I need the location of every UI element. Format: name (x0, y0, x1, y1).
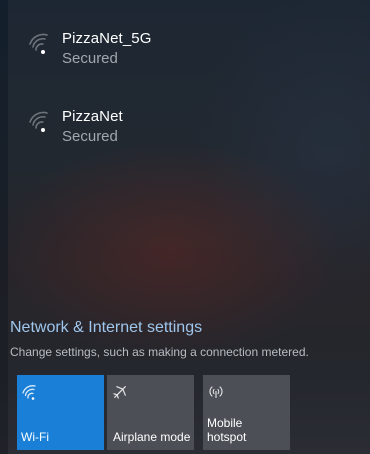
network-name: PizzaNet (62, 108, 123, 125)
hotspot-label-line2: hotspot (207, 430, 247, 444)
airplane-tile-label: Airplane mode (113, 430, 191, 444)
hotspot-icon (209, 386, 223, 398)
network-item-pizzanet[interactable]: PizzaNet Secured (0, 100, 370, 170)
airplane-mode-tile[interactable]: Airplane mode (107, 375, 194, 450)
wifi-signal-icon (29, 111, 48, 132)
network-settings-description: Change settings, such as making a connec… (10, 345, 309, 359)
network-settings-link[interactable]: Network & Internet settings (10, 319, 202, 337)
airplane-icon (113, 386, 126, 399)
wifi-tile-label: Wi-Fi (21, 430, 49, 444)
network-item-pizzanet-5g[interactable]: PizzaNet_5G Secured (0, 22, 370, 92)
mobile-hotspot-tile[interactable]: Mobile hotspot (203, 375, 290, 450)
hotspot-label-line1: Mobile (207, 416, 243, 430)
wifi-toggle-tile[interactable]: Wi-Fi (17, 375, 104, 450)
network-name: PizzaNet_5G (62, 30, 152, 47)
network-flyout: PizzaNet_5G Secured PizzaNet Secured Net… (0, 0, 370, 454)
hotspot-tile-label: Mobile hotspot (207, 416, 246, 444)
network-status: Secured (62, 128, 118, 145)
network-status: Secured (62, 50, 118, 67)
wifi-icon (22, 385, 36, 400)
wifi-signal-icon (29, 33, 48, 54)
